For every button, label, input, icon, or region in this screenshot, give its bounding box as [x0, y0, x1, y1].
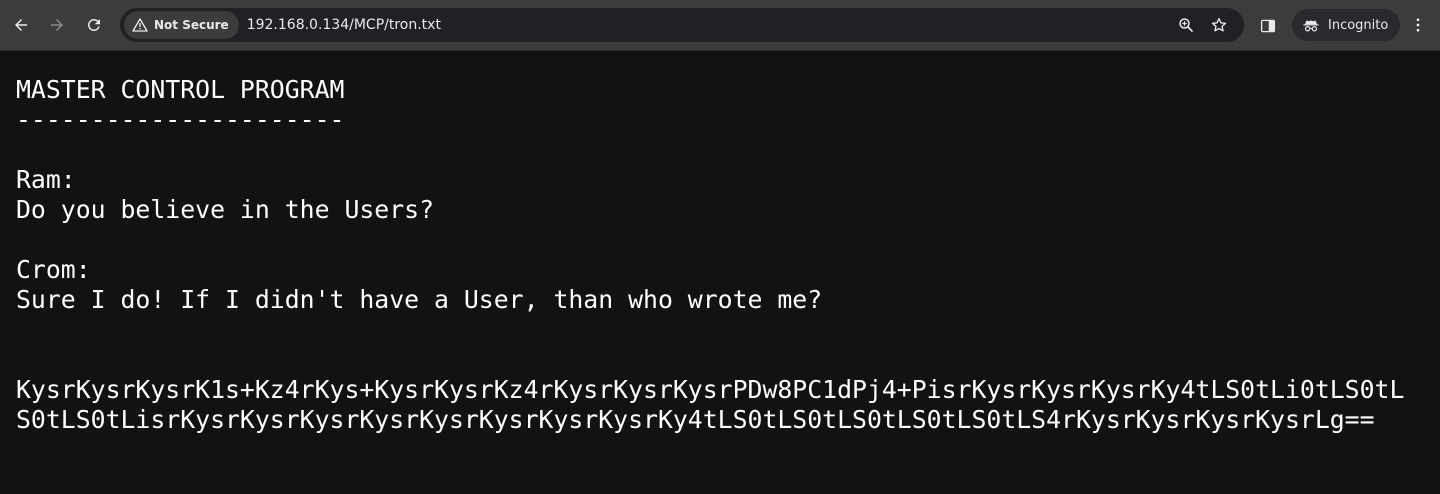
back-button[interactable] [6, 10, 36, 40]
browser-menu-button[interactable] [1406, 12, 1430, 38]
incognito-indicator[interactable]: Incognito [1292, 9, 1401, 41]
kebab-menu-icon [1416, 18, 1420, 32]
text-document: MASTER CONTROL PROGRAM -----------------… [0, 51, 1440, 435]
zoom-icon [1179, 18, 1193, 32]
speaker-crom: Crom: [16, 255, 91, 284]
url-text[interactable]: 192.168.0.134/MCP/tron.txt [247, 17, 441, 33]
warning-icon [132, 18, 148, 32]
address-bar[interactable]: Not Secure 192.168.0.134/MCP/tron.txt [120, 8, 1244, 42]
security-indicator[interactable]: Not Secure [124, 11, 239, 39]
document-title: MASTER CONTROL PROGRAM [16, 75, 345, 104]
reload-button[interactable] [79, 10, 109, 40]
encoded-text: KysrKysrKysrK1s+Kz4rKys+KysrKysrKz4rKysr… [16, 375, 1405, 434]
reload-icon [87, 18, 100, 31]
side-panel-icon [1260, 19, 1276, 33]
dialogue-line: Do you believe in the Users? [16, 195, 435, 224]
security-label: Not Secure [154, 18, 229, 32]
forward-icon [51, 19, 63, 31]
incognito-icon [1303, 20, 1319, 32]
star-icon [1211, 17, 1227, 32]
browser-toolbar: Not Secure 192.168.0.134/MCP/tron.txt In… [0, 0, 1440, 51]
forward-button[interactable] [42, 10, 72, 40]
incognito-label: Incognito [1328, 17, 1389, 33]
speaker-ram: Ram: [16, 165, 76, 194]
side-panel-button[interactable] [1256, 14, 1280, 38]
title-underline: ---------------------- [16, 105, 345, 134]
bookmark-button[interactable] [1209, 15, 1229, 35]
dialogue-line: Sure I do! If I didn't have a User, than… [16, 285, 823, 314]
back-icon [15, 19, 27, 31]
zoom-button[interactable] [1176, 15, 1196, 35]
